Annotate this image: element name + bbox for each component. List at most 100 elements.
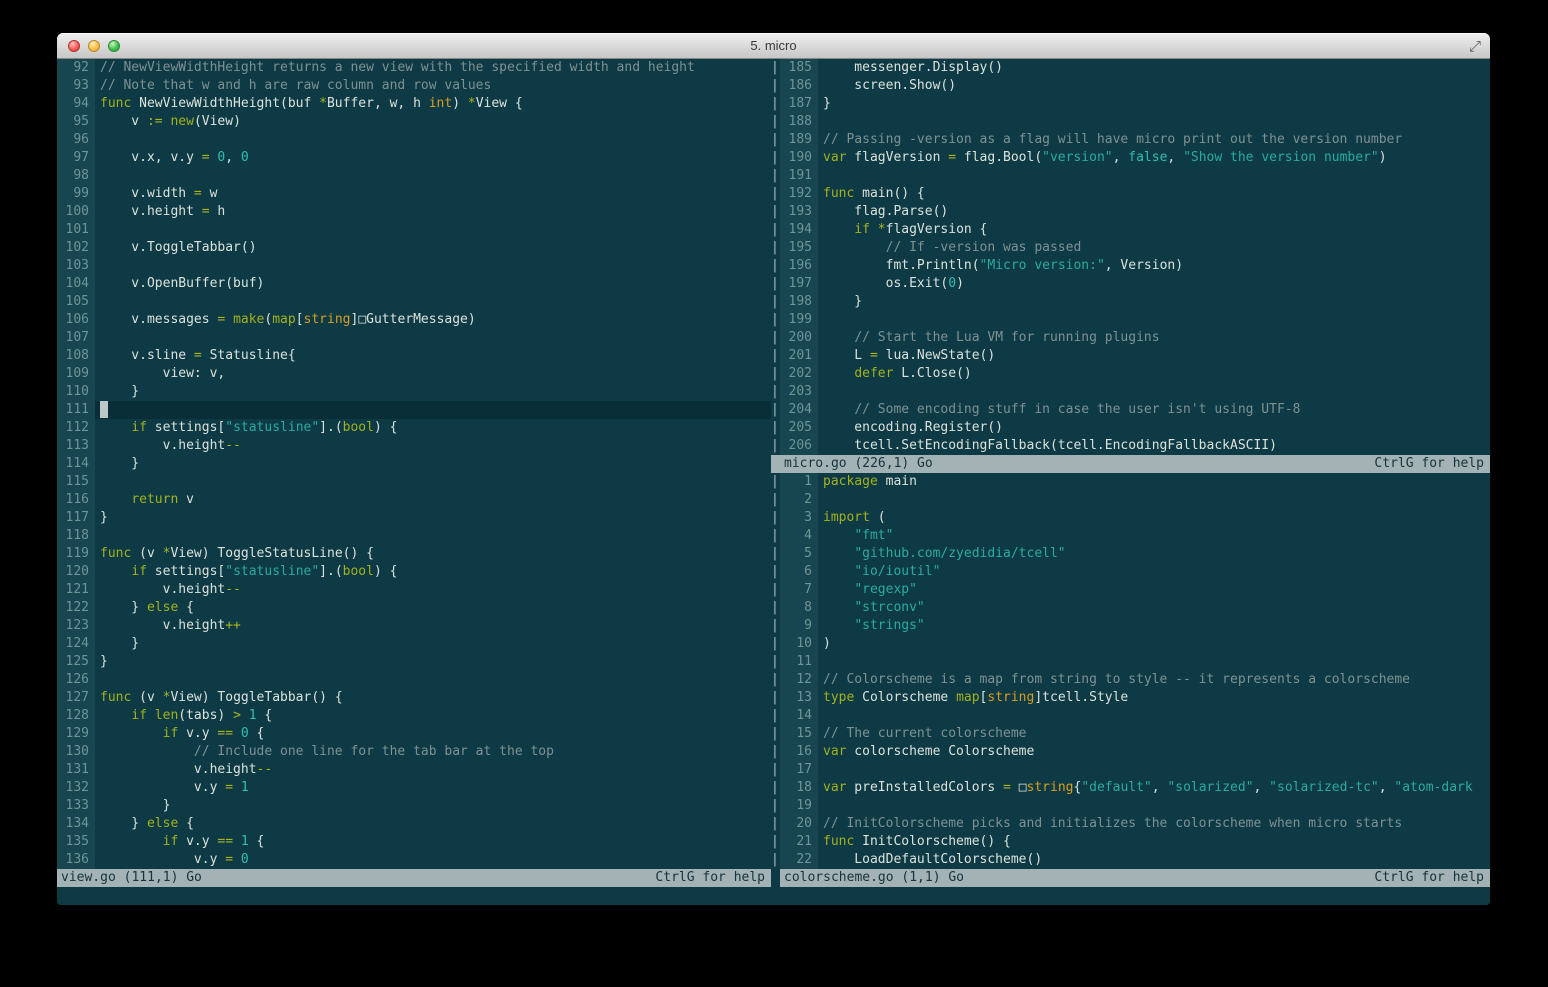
code-line[interactable]: 204 // Some encoding stuff in case the u… <box>780 401 1490 419</box>
code-text[interactable]: ) <box>818 635 1490 653</box>
code-text[interactable]: v.OpenBuffer(buf) <box>95 275 771 293</box>
code-text[interactable]: v.height = h <box>95 203 771 221</box>
code-text[interactable]: func (v *View) ToggleStatusLine() { <box>95 545 771 563</box>
code-line[interactable]: 111 <box>57 401 771 419</box>
code-line[interactable]: 129 if v.y == 0 { <box>57 725 771 743</box>
code-line[interactable]: 100 v.height = h <box>57 203 771 221</box>
code-line[interactable]: 121 v.height-- <box>57 581 771 599</box>
code-text[interactable] <box>818 383 1490 401</box>
code-line[interactable]: 126 <box>57 671 771 689</box>
code-line[interactable]: 9 "strings" <box>780 617 1490 635</box>
code-line[interactable]: 16 var colorscheme Colorscheme <box>780 743 1490 761</box>
code-line[interactable]: 101 <box>57 221 771 239</box>
code-line[interactable]: 132 v.y = 1 <box>57 779 771 797</box>
code-text[interactable]: var colorscheme Colorscheme <box>818 743 1490 761</box>
code-text[interactable]: if *flagVersion { <box>818 221 1490 239</box>
code-line[interactable]: 113 v.height-- <box>57 437 771 455</box>
code-line[interactable]: 103 <box>57 257 771 275</box>
code-line[interactable]: 98 <box>57 167 771 185</box>
code-line[interactable]: 128 if len(tabs) > 1 { <box>57 707 771 725</box>
code-text[interactable]: // If -version was passed <box>818 239 1490 257</box>
code-text[interactable]: if settings["statusline"].(bool) { <box>95 563 771 581</box>
code-line[interactable]: 7 "regexp" <box>780 581 1490 599</box>
code-text[interactable]: "io/ioutil" <box>818 563 1490 581</box>
code-line[interactable]: 197 os.Exit(0) <box>780 275 1490 293</box>
code-text[interactable]: screen.Show() <box>818 77 1490 95</box>
code-line[interactable]: 193 flag.Parse() <box>780 203 1490 221</box>
code-text[interactable]: func NewViewWidthHeight(buf *Buffer, w, … <box>95 95 771 113</box>
window-titlebar[interactable]: 5. micro ⤢ <box>57 33 1490 59</box>
code-line[interactable]: 116 return v <box>57 491 771 509</box>
code-text[interactable]: v := new(View) <box>95 113 771 131</box>
code-text[interactable] <box>818 761 1490 779</box>
code-line[interactable]: 185 messenger.Display() <box>780 59 1490 77</box>
code-text[interactable]: } else { <box>95 599 771 617</box>
code-text[interactable]: var preInstalledColors = □string{"defaul… <box>818 779 1490 797</box>
code-text[interactable]: v.y = 1 <box>95 779 771 797</box>
code-line[interactable]: 188 <box>780 113 1490 131</box>
code-text[interactable]: // Include one line for the tab bar at t… <box>95 743 771 761</box>
code-line[interactable]: 2 <box>780 491 1490 509</box>
code-line[interactable]: 122 } else { <box>57 599 771 617</box>
code-text[interactable]: func main() { <box>818 185 1490 203</box>
code-text[interactable] <box>818 707 1490 725</box>
code-line[interactable]: 117} <box>57 509 771 527</box>
code-line[interactable]: 4 "fmt" <box>780 527 1490 545</box>
code-text[interactable]: "strings" <box>818 617 1490 635</box>
code-line[interactable]: 191 <box>780 167 1490 185</box>
code-line[interactable]: 11 <box>780 653 1490 671</box>
code-line[interactable]: 135 if v.y == 1 { <box>57 833 771 851</box>
code-text[interactable]: } <box>95 797 771 815</box>
code-text[interactable]: var flagVersion = flag.Bool("version", f… <box>818 149 1490 167</box>
code-text[interactable]: if v.y == 1 { <box>95 833 771 851</box>
code-text[interactable]: LoadDefaultColorscheme() <box>818 851 1490 869</box>
code-line[interactable]: 3 import ( <box>780 509 1490 527</box>
code-line[interactable]: 119 func (v *View) ToggleStatusLine() { <box>57 545 771 563</box>
code-line[interactable]: 21 func InitColorscheme() { <box>780 833 1490 851</box>
code-line[interactable]: 95 v := new(View) <box>57 113 771 131</box>
code-text[interactable] <box>95 167 771 185</box>
code-text[interactable]: // Colorscheme is a map from string to s… <box>818 671 1490 689</box>
code-text[interactable]: // Passing -version as a flag will have … <box>818 131 1490 149</box>
code-text[interactable]: v.y = 0 <box>95 851 771 869</box>
code-text[interactable]: } <box>95 383 771 401</box>
code-line[interactable]: 200 // Start the Lua VM for running plug… <box>780 329 1490 347</box>
code-text[interactable] <box>818 167 1490 185</box>
code-line[interactable]: 12// Colorscheme is a map from string to… <box>780 671 1490 689</box>
code-text[interactable]: } <box>818 95 1490 113</box>
code-line[interactable]: 20// InitColorscheme picks and initializ… <box>780 815 1490 833</box>
code-line[interactable]: 118 <box>57 527 771 545</box>
code-text[interactable]: v.width = w <box>95 185 771 203</box>
code-text[interactable]: v.x, v.y = 0, 0 <box>95 149 771 167</box>
code-line[interactable]: 186 screen.Show() <box>780 77 1490 95</box>
code-text[interactable]: flag.Parse() <box>818 203 1490 221</box>
code-line[interactable]: 93// Note that w and h are raw column an… <box>57 77 771 95</box>
code-line[interactable]: 15// The current colorscheme <box>780 725 1490 743</box>
code-line[interactable]: 130 // Include one line for the tab bar … <box>57 743 771 761</box>
code-text[interactable]: v.height-- <box>95 581 771 599</box>
code-text[interactable]: v.height-- <box>95 437 771 455</box>
code-line[interactable]: 1 package main <box>780 473 1490 491</box>
code-line[interactable]: 120 if settings["statusline"].(bool) { <box>57 563 771 581</box>
code-text[interactable]: v.ToggleTabbar() <box>95 239 771 257</box>
code-line[interactable]: 104 v.OpenBuffer(buf) <box>57 275 771 293</box>
code-text[interactable] <box>95 221 771 239</box>
code-text[interactable]: view: v, <box>95 365 771 383</box>
code-line[interactable]: 99 v.width = w <box>57 185 771 203</box>
code-line[interactable]: 194 if *flagVersion { <box>780 221 1490 239</box>
code-line[interactable]: 8 "strconv" <box>780 599 1490 617</box>
code-text[interactable]: "fmt" <box>818 527 1490 545</box>
vertical-split-divider[interactable]: | | | | | | | | | | | | | | | | | | | | | | | | | | | | | | | | | | | | | | | |… <box>771 59 780 887</box>
code-line[interactable]: 19 <box>780 797 1490 815</box>
minimize-button[interactable] <box>88 40 100 52</box>
code-text[interactable]: return v <box>95 491 771 509</box>
code-line[interactable]: 18 var preInstalledColors = □string{"defa… <box>780 779 1490 797</box>
code-text[interactable] <box>95 473 771 491</box>
code-text[interactable] <box>95 329 771 347</box>
code-line[interactable]: 134 } else { <box>57 815 771 833</box>
code-text[interactable]: if settings["statusline"].(bool) { <box>95 419 771 437</box>
code-text[interactable]: package main <box>818 473 1490 491</box>
code-text[interactable]: encoding.Register() <box>818 419 1490 437</box>
code-text[interactable]: if len(tabs) > 1 { <box>95 707 771 725</box>
code-text[interactable] <box>95 257 771 275</box>
